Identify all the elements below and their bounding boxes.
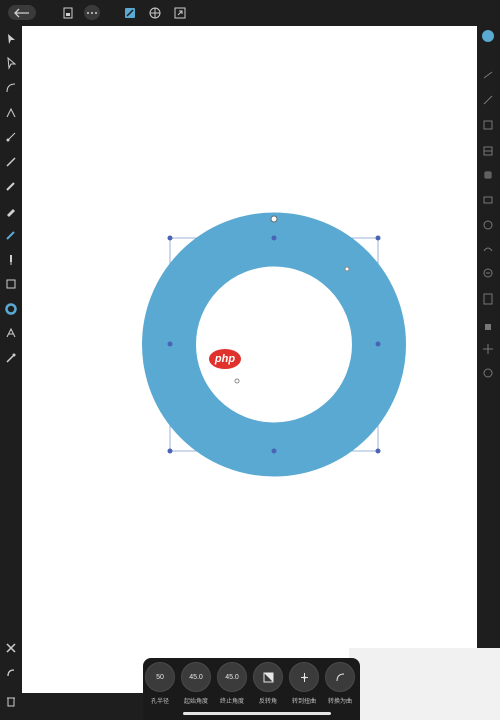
- start-angle-label: 起始角度: [183, 699, 208, 705]
- rotation-handle[interactable]: [270, 215, 278, 223]
- hole-radius-label: 孔半径: [150, 699, 169, 705]
- hole-radius-handle[interactable]: [344, 266, 350, 272]
- assets-icon[interactable]: [481, 366, 495, 380]
- more-icon[interactable]: [84, 5, 100, 20]
- color-swatch-icon[interactable]: [481, 29, 495, 43]
- right-toolbar: [477, 26, 500, 720]
- watermark-text: 中文网: [243, 351, 285, 367]
- watermark-logo: php 中文网: [209, 349, 285, 369]
- convert-curves-control[interactable]: 转换为曲: [324, 662, 356, 714]
- donut-shape-tool-icon[interactable]: [4, 302, 18, 316]
- history-icon[interactable]: [481, 320, 495, 334]
- pen-tool-icon[interactable]: [4, 106, 18, 120]
- convert-distort-button[interactable]: [289, 662, 319, 692]
- effects-icon[interactable]: [481, 144, 495, 158]
- convert-curves-button[interactable]: [325, 662, 355, 692]
- trash-icon[interactable]: [4, 694, 18, 708]
- context-toolbar: 50 孔半径 45.0 起始角度 45.0 终止角度 反转角 转到扭曲 转换为曲: [143, 658, 360, 720]
- layers-icon[interactable]: [481, 118, 495, 132]
- paint-brush-icon[interactable]: [4, 179, 18, 193]
- invert-icon: [263, 672, 273, 682]
- end-angle-label: 终止角度: [219, 699, 244, 705]
- styles-icon[interactable]: [481, 168, 495, 182]
- document-icon[interactable]: [60, 5, 76, 20]
- start-angle-knob[interactable]: 45.0: [181, 662, 211, 692]
- convert-curves-label: 转换为曲: [327, 699, 352, 705]
- eyedropper-icon[interactable]: [4, 351, 18, 365]
- vector-brush-icon[interactable]: [4, 130, 18, 144]
- hole-radius-control[interactable]: 50 孔半径: [144, 662, 176, 714]
- selection-handle[interactable]: [167, 341, 173, 347]
- color-picker-icon[interactable]: [4, 228, 18, 242]
- grid-icon[interactable]: [147, 5, 163, 20]
- fill-tool-icon[interactable]: [4, 204, 18, 218]
- hole-radius-knob[interactable]: 50: [145, 662, 175, 692]
- appearance-icon[interactable]: [481, 218, 495, 232]
- crop-tool-icon[interactable]: [4, 277, 18, 291]
- selection-handle[interactable]: [167, 235, 173, 241]
- convert-curves-icon: [336, 673, 344, 681]
- selection-handle[interactable]: [271, 448, 277, 454]
- swatches-icon[interactable]: [481, 68, 495, 82]
- selection-handle[interactable]: [375, 341, 381, 347]
- selection-handle[interactable]: [167, 448, 173, 454]
- selection-handle[interactable]: [271, 235, 277, 241]
- convert-distort-control[interactable]: 转到扭曲: [288, 662, 320, 714]
- navigator-icon[interactable]: [481, 292, 495, 306]
- angle-handle[interactable]: [234, 378, 240, 384]
- brushes-icon[interactable]: [481, 93, 495, 107]
- corner-tool-icon[interactable]: [4, 81, 18, 95]
- home-indicator[interactable]: [183, 712, 331, 715]
- pencil-tool-icon[interactable]: [4, 155, 18, 169]
- distort-icon: [300, 672, 308, 682]
- watermark-php: php: [209, 349, 241, 369]
- pixelated-overlay: [349, 648, 500, 720]
- convert-distort-label: 转到扭曲: [291, 699, 316, 705]
- text-styles-icon[interactable]: [481, 266, 495, 280]
- text-tool-icon[interactable]: [4, 253, 18, 267]
- start-angle-control[interactable]: 45.0 起始角度: [180, 662, 212, 714]
- persona-designer-icon[interactable]: [122, 5, 138, 20]
- undo-icon[interactable]: [4, 666, 18, 680]
- invert-angle-label: 反转角: [258, 699, 277, 705]
- stroke-icon[interactable]: [481, 242, 495, 256]
- artistic-text-icon[interactable]: [4, 326, 18, 340]
- back-arrow-icon[interactable]: [8, 5, 36, 20]
- selection-handle[interactable]: [375, 448, 381, 454]
- selection-handle[interactable]: [375, 235, 381, 241]
- invert-angle-button[interactable]: [253, 662, 283, 692]
- end-angle-knob[interactable]: 45.0: [217, 662, 247, 692]
- close-icon[interactable]: [4, 641, 18, 655]
- end-angle-control[interactable]: 45.0 终止角度: [216, 662, 248, 714]
- transform-icon[interactable]: [481, 193, 495, 207]
- snapping-icon[interactable]: [481, 342, 495, 356]
- move-tool-icon[interactable]: [4, 32, 18, 46]
- export-icon[interactable]: [172, 5, 188, 20]
- node-tool-icon[interactable]: [4, 56, 18, 70]
- invert-angle-control[interactable]: 反转角: [252, 662, 284, 714]
- left-toolbar: [0, 26, 22, 720]
- top-toolbar: [0, 0, 500, 26]
